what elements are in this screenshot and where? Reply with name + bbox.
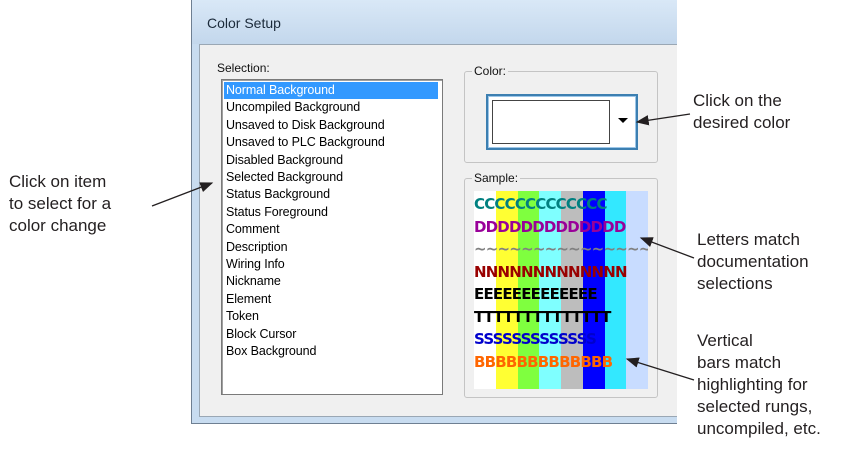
callout-arrows <box>151 113 695 381</box>
arrow-to-color <box>635 113 691 126</box>
arrow-to-letters <box>639 237 695 259</box>
arrow-to-bars <box>625 357 695 381</box>
arrow-to-list <box>151 182 214 207</box>
